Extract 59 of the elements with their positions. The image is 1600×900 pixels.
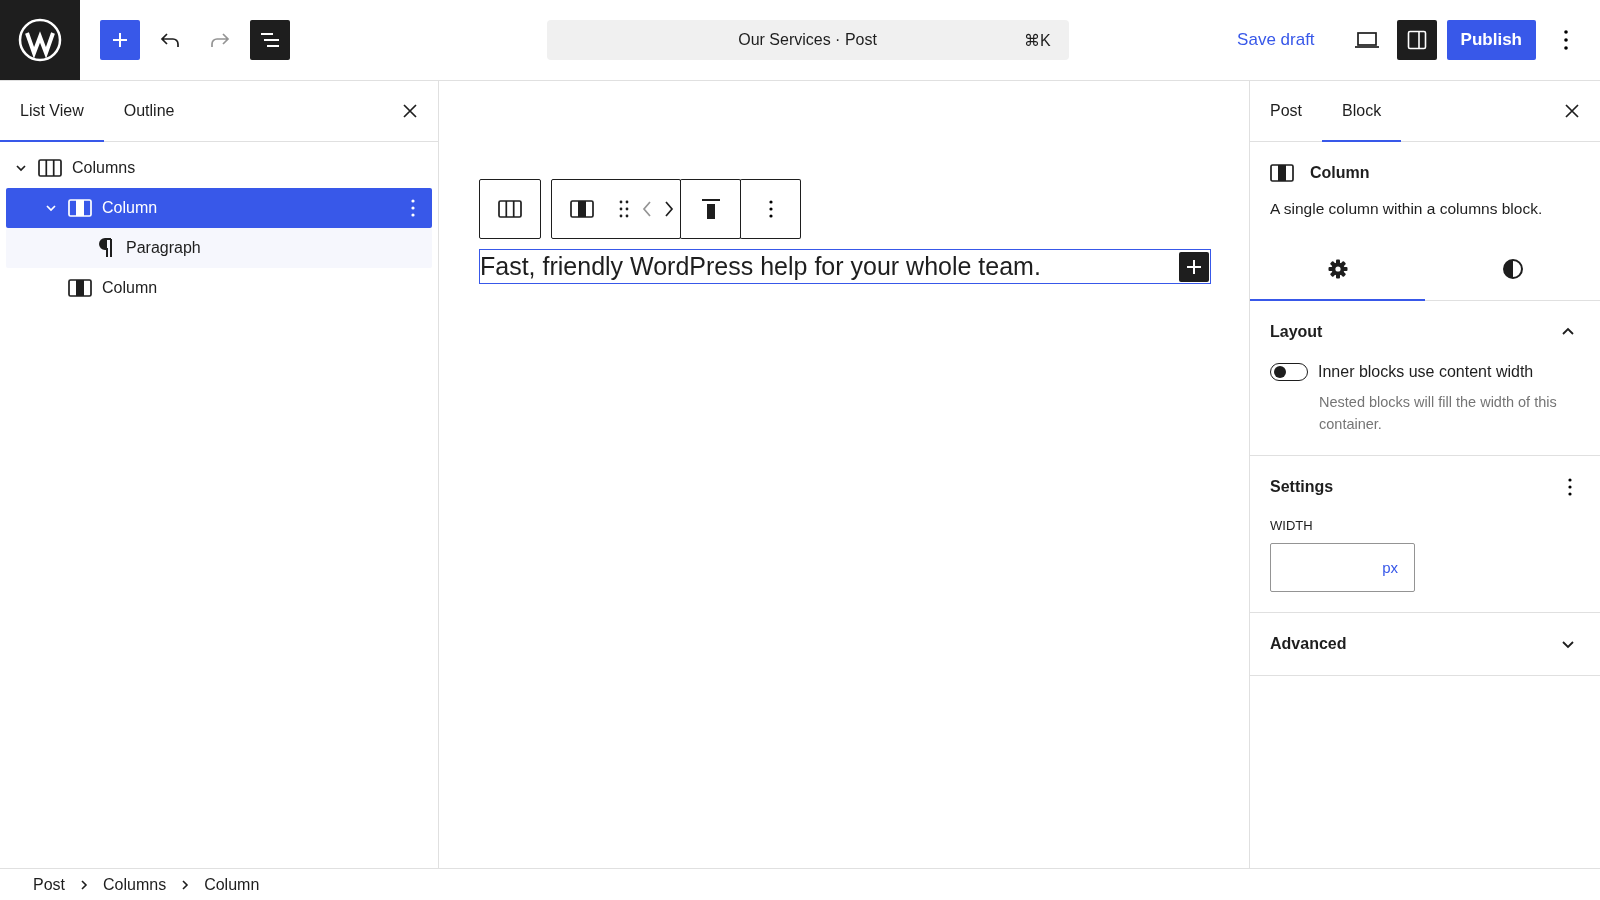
panel-tab[interactable]: List View <box>0 81 104 142</box>
column-icon <box>68 279 92 297</box>
save-draft-button[interactable]: Save draft <box>1225 22 1327 58</box>
block-description: A single column within a columns block. <box>1270 200 1544 218</box>
breadcrumb-link[interactable]: Columns <box>103 875 167 894</box>
align-top-icon <box>699 197 722 221</box>
plus-icon <box>1186 258 1202 275</box>
columns-icon <box>38 159 62 177</box>
item-label: Paragraph <box>126 239 202 257</box>
plus-icon <box>110 30 130 50</box>
post-title: Our Services · Post <box>738 31 877 49</box>
list-view-item[interactable]: Column <box>6 188 432 228</box>
settings-icon <box>1326 257 1349 280</box>
breadcrumb-link[interactable]: Post <box>33 875 65 894</box>
width-input[interactable]: px <box>1270 543 1415 592</box>
chevron-icon <box>79 878 89 891</box>
panel-header[interactable]: Layout <box>1250 301 1600 363</box>
settings-toggle-button[interactable] <box>1396 20 1437 60</box>
panel-tab[interactable]: Outline <box>103 81 195 142</box>
toggle-switch[interactable] <box>1270 363 1308 381</box>
logo-icon <box>18 18 62 62</box>
breadcrumb-link[interactable]: Column <box>204 875 260 894</box>
sidebar-tab[interactable]: Post <box>1250 81 1322 142</box>
help-text: Nested blocks will fill the width of this container. <box>1319 393 1558 434</box>
item-label: Column <box>102 199 159 217</box>
panel-header[interactable]: Advanced <box>1250 613 1600 675</box>
column-icon <box>570 200 594 218</box>
column-icon <box>1270 164 1294 182</box>
more-icon <box>767 199 774 219</box>
chevron-icon <box>180 878 191 891</box>
contrast-icon <box>1501 257 1524 280</box>
chevron-left-icon <box>642 200 652 218</box>
item-label: Columns <box>72 159 137 177</box>
list-view-item[interactable]: Paragraph <box>6 228 432 268</box>
close-icon <box>402 103 418 119</box>
list-view-item[interactable]: Columns <box>6 148 432 188</box>
block-title: Column <box>1310 164 1370 182</box>
publish-button[interactable]: Publish <box>1446 20 1536 60</box>
document-overview-button[interactable] <box>250 20 290 60</box>
sidebar-tab[interactable]: Block <box>1322 81 1402 142</box>
column-icon <box>68 199 92 217</box>
item-label: Column <box>102 279 159 297</box>
site-logo[interactable] <box>0 0 80 80</box>
more-icon <box>1567 477 1573 497</box>
field-label: WIDTH <box>1270 518 1314 533</box>
drag-icon <box>618 199 630 219</box>
close-icon <box>1564 103 1580 119</box>
more-icon[interactable] <box>410 198 416 218</box>
laptop-icon <box>1353 29 1380 51</box>
paragraph-block[interactable]: Fast, friendly WordPress help for your whole team. <box>479 249 1211 284</box>
more-icon <box>1563 29 1569 51</box>
shortcut-hint: ⌘K <box>1023 30 1051 50</box>
columns-icon <box>498 200 522 218</box>
panel-title: Settings <box>1270 478 1334 496</box>
list-view-item[interactable]: Column <box>6 268 432 308</box>
command-bar[interactable]: Our Services · Post ⌘K <box>546 20 1069 60</box>
add-block-button[interactable] <box>1179 251 1209 282</box>
toggle-label: Inner blocks use content width <box>1318 363 1534 381</box>
chevron-right-icon <box>664 200 674 218</box>
